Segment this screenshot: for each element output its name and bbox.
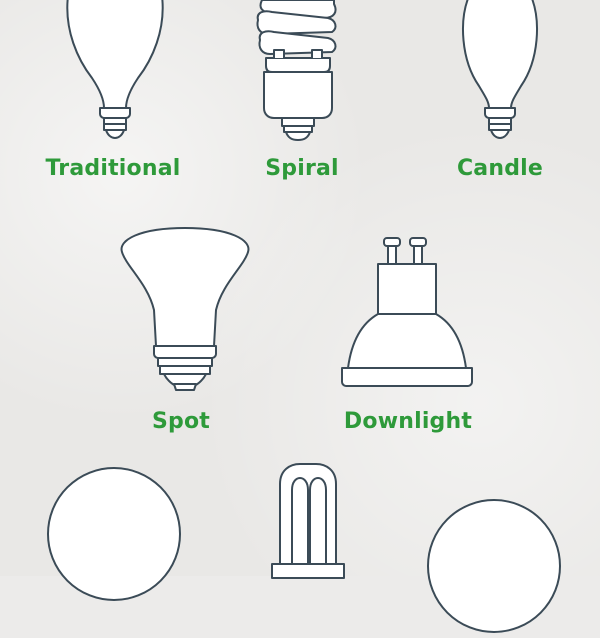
label-traditional: Traditional — [45, 156, 181, 181]
spiral-bulb-icon — [248, 0, 348, 142]
label-spiral: Spiral — [265, 156, 339, 181]
downlight-bulb-icon — [338, 234, 476, 394]
label-spot: Spot — [151, 409, 211, 434]
round-bulb-icon — [426, 498, 562, 638]
candle-bulb-icon — [455, 0, 545, 140]
stick-bulb-icon — [270, 460, 346, 590]
label-downlight: Downlight — [343, 409, 473, 434]
globe-bulb-icon — [46, 466, 182, 606]
traditional-bulb-icon — [60, 0, 170, 140]
label-candle: Candle — [456, 156, 544, 181]
spot-bulb-icon — [116, 226, 254, 394]
